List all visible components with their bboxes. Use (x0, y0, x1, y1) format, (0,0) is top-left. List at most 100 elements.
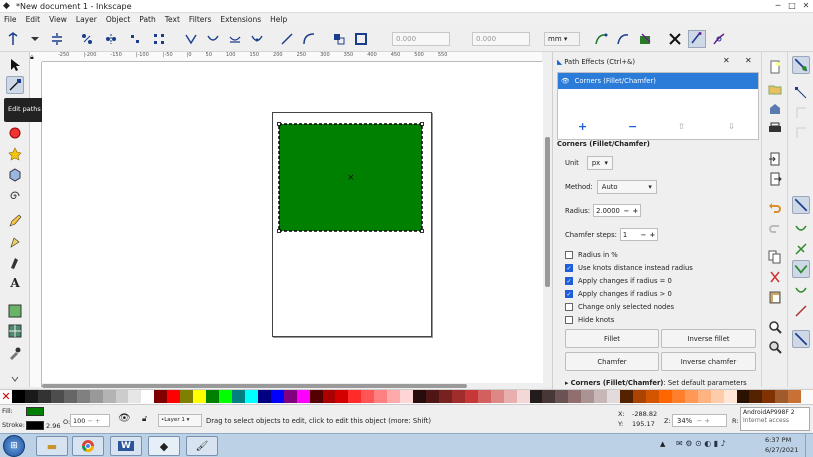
color-swatch[interactable] (426, 390, 439, 403)
color-swatch[interactable] (671, 390, 685, 403)
chrome-taskbar-button[interactable] (72, 436, 104, 456)
zoom-drawing-icon[interactable] (768, 340, 782, 354)
stroke-width[interactable]: 2.96 (46, 422, 60, 430)
mesh-tool-icon[interactable] (6, 322, 24, 340)
snap-path-icon[interactable] (794, 222, 808, 236)
color-swatch[interactable] (361, 390, 375, 403)
word-taskbar-button[interactable]: W (110, 436, 142, 456)
color-swatch[interactable] (477, 390, 491, 403)
paint-taskbar-button[interactable]: 🖌︎ (186, 436, 218, 456)
color-swatch[interactable] (348, 390, 362, 403)
inkscape-taskbar-button[interactable]: ◆ (148, 436, 180, 456)
star-tool-icon[interactable] (6, 145, 24, 163)
object-to-path-icon[interactable] (332, 32, 346, 46)
opacity-increment[interactable]: + (95, 417, 100, 425)
radius-decrement-button[interactable]: − (622, 207, 631, 215)
show-handles-icon[interactable] (594, 32, 608, 46)
color-swatch[interactable] (658, 390, 672, 403)
delete-node-icon[interactable] (50, 32, 64, 46)
effect-list-item[interactable]: 👁︎ Corners (Fillet/Chamfer) (558, 73, 758, 89)
color-swatch[interactable] (762, 390, 776, 403)
next-path-effect-icon[interactable] (712, 32, 726, 46)
cut-icon[interactable] (768, 270, 782, 284)
lock-layer-icon[interactable]: 🔓︎ (142, 414, 147, 424)
color-swatch[interactable] (283, 390, 297, 403)
dropper-tool-icon[interactable] (6, 344, 24, 362)
menu-view[interactable]: View (49, 15, 67, 24)
color-swatch[interactable] (581, 390, 595, 403)
selector-tool-icon[interactable] (6, 56, 24, 74)
checkbox-box[interactable]: ✓ (565, 277, 573, 285)
panel-close-button[interactable]: ✕ (745, 56, 752, 65)
auto-smooth-node-icon[interactable] (250, 32, 264, 46)
show-desktop-button[interactable] (805, 434, 813, 457)
line-segment-icon[interactable] (280, 32, 294, 46)
gradient-tool-icon[interactable] (6, 302, 24, 320)
opacity-input[interactable]: 100 − + (70, 414, 110, 427)
panel-close-icon[interactable]: ✕ (723, 56, 730, 65)
snap-smooth-icon[interactable] (794, 284, 808, 298)
zoom-increment[interactable]: + (704, 417, 710, 425)
snap-intersection-icon[interactable] (794, 242, 808, 256)
network-notification[interactable]: AndroidAP998F 2 Internet access (740, 407, 810, 431)
color-swatch[interactable] (620, 390, 633, 403)
no-paint-icon[interactable]: ✕ (0, 390, 12, 404)
corner-node[interactable] (277, 122, 281, 126)
edit-clip-icon[interactable] (638, 32, 652, 46)
color-swatch[interactable] (128, 390, 142, 403)
checkbox-box[interactable]: ✓ (565, 290, 573, 298)
symmetric-node-icon[interactable] (228, 32, 242, 46)
snap-nodes-icon[interactable] (792, 196, 810, 214)
checkbox-radius-positive[interactable]: ✓ Apply changes if radius > 0 (565, 290, 672, 298)
eye-icon[interactable]: 👁︎ (561, 77, 570, 85)
vertical-scrollbar[interactable] (543, 52, 552, 387)
snap-cusp-icon[interactable] (792, 260, 810, 278)
checkbox-box[interactable] (565, 251, 573, 259)
move-up-icon[interactable]: ⇧ (678, 122, 685, 131)
y-coordinate-input[interactable]: 0.000 (472, 32, 530, 46)
color-swatch[interactable] (775, 390, 789, 403)
color-swatch[interactable] (464, 390, 478, 403)
color-swatch[interactable] (115, 390, 129, 403)
join-segment-icon[interactable] (128, 32, 142, 46)
menu-text[interactable]: Text (165, 15, 180, 24)
spiral-tool-icon[interactable] (6, 187, 24, 205)
checkbox-radius-zero[interactable]: ✓ Apply changes if radius = 0 (565, 277, 672, 285)
curve-segment-icon[interactable] (302, 32, 316, 46)
color-swatch[interactable] (451, 390, 465, 403)
color-swatch[interactable] (257, 390, 271, 403)
snap-bbox-edge-icon[interactable] (794, 106, 808, 120)
method-combo[interactable]: Auto ▾ (596, 180, 657, 194)
checkbox-knots-distance[interactable]: ✓ Use knots distance instead radius (565, 264, 693, 272)
radius-spinbox[interactable]: 2.0000 − + (593, 204, 641, 217)
opacity-decrement[interactable]: − (88, 417, 93, 425)
chamfer-steps-value[interactable]: 1 (621, 231, 639, 239)
show-transform-handles-icon[interactable] (668, 32, 682, 46)
export-icon[interactable] (768, 172, 782, 186)
import-icon[interactable] (768, 152, 782, 166)
color-swatch[interactable] (63, 390, 77, 403)
zoom-decrement[interactable]: − (696, 417, 702, 425)
color-swatch[interactable] (438, 390, 452, 403)
checkbox-radius-percent[interactable]: Radius in % (565, 251, 618, 259)
color-swatch[interactable] (503, 390, 517, 403)
show-outline-icon[interactable] (616, 32, 630, 46)
color-swatch[interactable] (141, 390, 155, 403)
zoom-input[interactable]: 34% − + (672, 414, 727, 427)
maximize-button[interactable]: □ (785, 1, 799, 11)
fillet-button[interactable]: Fillet (565, 329, 659, 348)
checkbox-selected-nodes[interactable]: Change only selected nodes (565, 303, 674, 311)
radius-increment-button[interactable]: + (631, 207, 640, 215)
unit-combo[interactable]: px ▾ (586, 156, 613, 170)
remove-effect-button[interactable]: − (628, 120, 637, 133)
color-swatch[interactable] (50, 390, 64, 403)
start-button[interactable]: ⊞ (3, 435, 25, 457)
close-button[interactable]: ✕ (799, 1, 813, 11)
menu-extensions[interactable]: Extensions (220, 15, 261, 24)
color-swatch[interactable] (322, 390, 336, 403)
snap-center-icon[interactable] (792, 330, 810, 348)
color-swatch[interactable] (594, 390, 608, 403)
color-swatch[interactable] (633, 390, 646, 403)
color-swatch[interactable] (24, 390, 38, 403)
redo-icon[interactable] (768, 220, 782, 234)
